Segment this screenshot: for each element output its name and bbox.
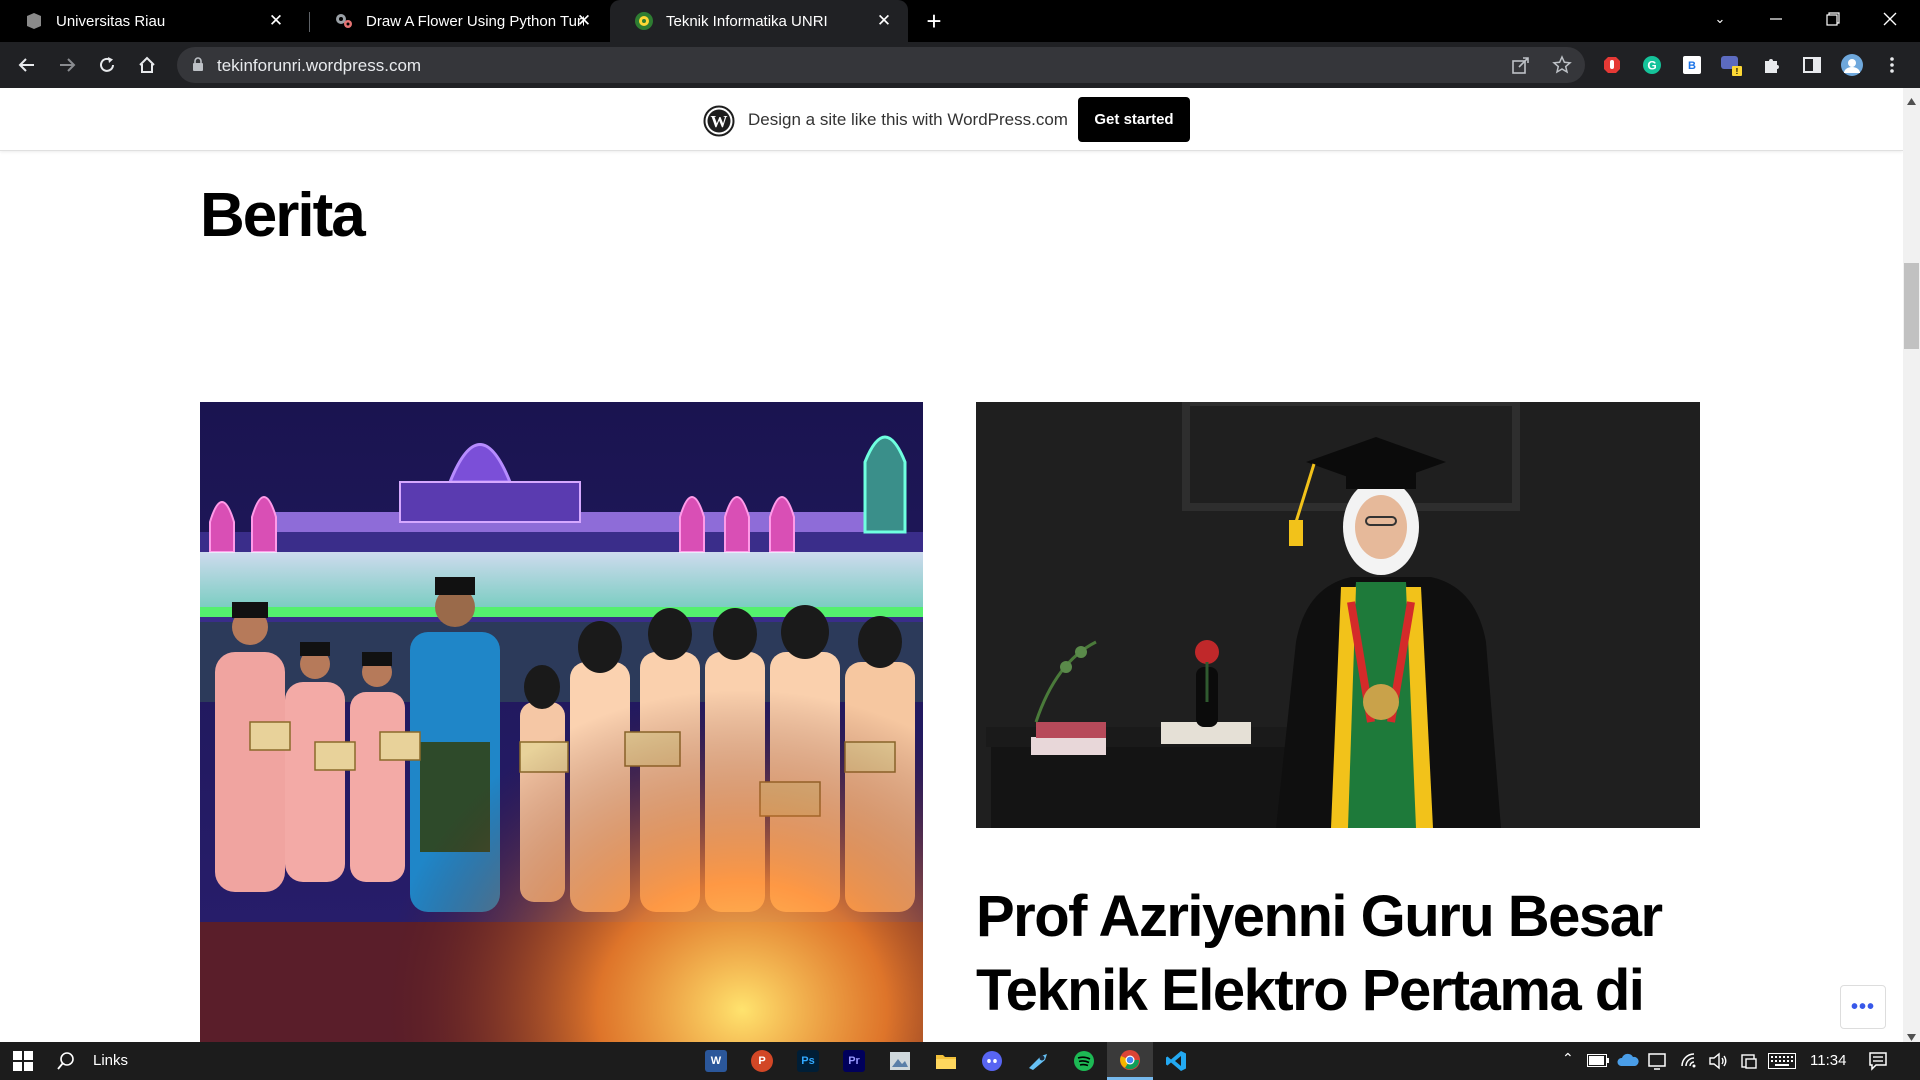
scroll-up-arrow-icon[interactable]: [1907, 92, 1916, 105]
shield-icon: [24, 11, 44, 31]
steam-taskbar-icon[interactable]: [1015, 1042, 1061, 1080]
restore-button[interactable]: [1805, 0, 1861, 38]
unri-logo-icon: [634, 11, 654, 31]
vscode-taskbar-icon[interactable]: [1153, 1042, 1199, 1080]
profile-avatar-icon[interactable]: [1838, 51, 1866, 79]
svg-text:W: W: [711, 112, 728, 131]
tab-title: Teknik Informatika UNRI: [666, 12, 828, 30]
svg-text:!: !: [1736, 67, 1739, 76]
tray-overflow-chevron-icon[interactable]: ⌃: [1562, 1050, 1574, 1067]
more-actions-button[interactable]: •••: [1840, 985, 1886, 1029]
minimize-button[interactable]: [1748, 0, 1804, 38]
spotify-taskbar-icon[interactable]: [1061, 1042, 1107, 1080]
word-taskbar-icon[interactable]: W: [693, 1042, 739, 1080]
extension-red-hand-icon[interactable]: [1598, 51, 1626, 79]
network-monitor-icon[interactable]: [1648, 1052, 1666, 1075]
tab-title: Draw A Flower Using Python Turtle: [366, 12, 584, 30]
keyboard-icon[interactable]: [1768, 1053, 1796, 1074]
home-button[interactable]: [129, 47, 165, 83]
extension-b-icon[interactable]: B: [1678, 51, 1706, 79]
tab-strip: Universitas Riau ✕ Draw A Flower Using P…: [0, 0, 1920, 42]
taskbar-search-label[interactable]: Links: [93, 1052, 128, 1069]
tab-teknik-informatika[interactable]: Teknik Informatika UNRI ✕: [610, 0, 908, 42]
web-page: W Design a site like this with WordPress…: [0, 88, 1903, 1042]
extension-chat-icon[interactable]: !: [1718, 51, 1746, 79]
discord-taskbar-icon[interactable]: [969, 1042, 1015, 1080]
gears-icon: [334, 11, 354, 31]
wifi-icon[interactable]: [1680, 1052, 1698, 1075]
onedrive-icon[interactable]: [1617, 1052, 1639, 1073]
powerpoint-taskbar-icon[interactable]: P: [739, 1042, 785, 1080]
wordpress-logo-icon[interactable]: W: [703, 105, 735, 142]
tab-draw-flower[interactable]: Draw A Flower Using Python Turtle ✕: [310, 0, 608, 42]
get-started-button[interactable]: Get started: [1078, 97, 1190, 142]
battery-icon[interactable]: [1587, 1054, 1609, 1072]
display-icon[interactable]: [1740, 1052, 1758, 1075]
lock-icon[interactable]: [192, 57, 204, 77]
back-button[interactable]: [9, 47, 45, 83]
extensions-puzzle-icon[interactable]: [1758, 51, 1786, 79]
page-title: Berita: [200, 181, 366, 250]
new-tab-button[interactable]: +: [918, 6, 950, 36]
svg-text:B: B: [1688, 60, 1696, 72]
chrome-taskbar-icon[interactable]: [1107, 1042, 1153, 1080]
forward-button[interactable]: [49, 47, 85, 83]
wordpress-banner: W Design a site like this with WordPress…: [0, 88, 1903, 151]
tab-universitas-riau[interactable]: Universitas Riau ✕: [0, 0, 300, 42]
close-tab-icon[interactable]: ✕: [266, 11, 286, 31]
bookmark-star-icon[interactable]: [1552, 55, 1572, 80]
photos-taskbar-icon[interactable]: [877, 1042, 923, 1080]
page-scrollbar[interactable]: [1903, 88, 1920, 1042]
start-button[interactable]: [0, 1042, 46, 1080]
windows-taskbar: Links W P Ps Pr ⌃ 11:34: [0, 1042, 1920, 1080]
wordpress-banner-text[interactable]: Design a site like this with WordPress.c…: [748, 110, 1068, 130]
grammarly-icon[interactable]: G: [1638, 51, 1666, 79]
photoshop-taskbar-icon[interactable]: Ps: [785, 1042, 831, 1080]
tab-title: Universitas Riau: [56, 12, 166, 30]
tab-search-icon[interactable]: ⌄: [1692, 0, 1748, 38]
clock[interactable]: 11:34: [1810, 1052, 1846, 1069]
notifications-icon[interactable]: [1868, 1051, 1888, 1076]
close-tab-icon[interactable]: ✕: [874, 11, 894, 31]
file-explorer-taskbar-icon[interactable]: [923, 1042, 969, 1080]
scroll-down-arrow-icon[interactable]: [1907, 1028, 1916, 1041]
scrollbar-thumb[interactable]: [1904, 263, 1919, 349]
side-panel-icon[interactable]: [1798, 51, 1826, 79]
close-window-button[interactable]: [1862, 0, 1918, 38]
close-tab-icon[interactable]: ✕: [574, 11, 594, 31]
share-icon[interactable]: [1511, 55, 1531, 80]
address-bar[interactable]: tekinforunri.wordpress.com: [177, 47, 1585, 83]
reload-button[interactable]: [89, 47, 125, 83]
post-image-professor-portrait[interactable]: [976, 402, 1700, 828]
menu-kebab-icon[interactable]: [1878, 51, 1906, 79]
volume-icon[interactable]: [1708, 1052, 1728, 1075]
premiere-taskbar-icon[interactable]: Pr: [831, 1042, 877, 1080]
post-title[interactable]: Prof Azriyenni Guru Besar Teknik Elektro…: [976, 880, 1700, 1028]
browser-toolbar: tekinforunri.wordpress.com G B !: [0, 42, 1920, 88]
svg-text:G: G: [1647, 59, 1656, 73]
url-text[interactable]: tekinforunri.wordpress.com: [217, 56, 421, 76]
search-icon[interactable]: [56, 1051, 76, 1076]
post-image-students-award[interactable]: [200, 402, 923, 1042]
